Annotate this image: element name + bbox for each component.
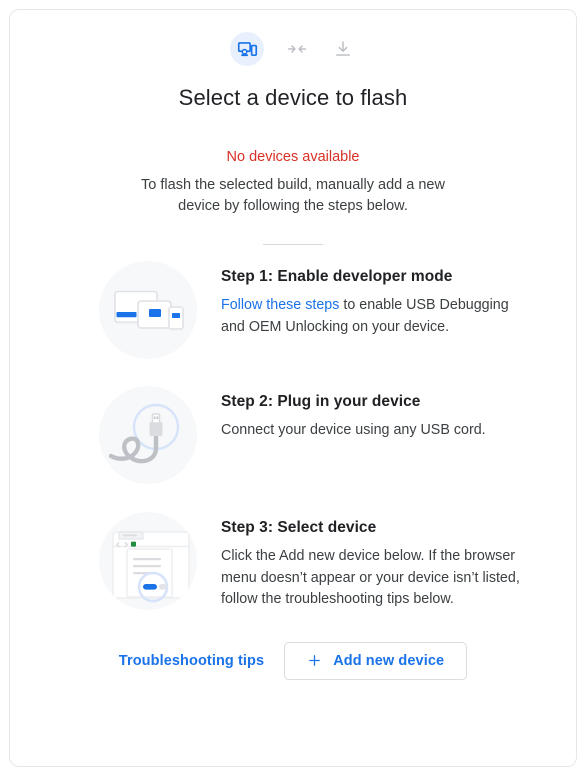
step-text: Click the Add new device below. If the b… — [221, 548, 520, 607]
merge-arrows-icon — [284, 36, 310, 62]
browser-picker-illustration — [99, 512, 197, 610]
status-block: No devices available To flash the select… — [10, 149, 576, 217]
step-body: Step 2: Plug in your device Connect your… — [221, 386, 521, 442]
usb-cable-illustration — [99, 386, 197, 484]
step-item: Step 1: Enable developer mode Follow the… — [99, 261, 576, 359]
add-new-device-label: Add new device — [333, 652, 445, 669]
steps-list: Step 1: Enable developer mode Follow the… — [10, 261, 576, 611]
plus-icon — [307, 653, 322, 668]
follow-these-steps-link[interactable]: Follow these steps — [221, 297, 339, 313]
step-title: Step 3: Select device — [221, 519, 377, 536]
section-divider — [263, 244, 323, 245]
add-new-device-button[interactable]: Add new device — [284, 641, 468, 680]
progress-icon-strip — [10, 32, 576, 66]
card-footer: Troubleshooting tips Add new device — [10, 641, 576, 680]
troubleshooting-tips-link[interactable]: Troubleshooting tips — [119, 653, 264, 669]
devices-icon — [230, 32, 264, 66]
step-text: Connect your device using any USB cord. — [221, 422, 486, 438]
devices-illustration — [99, 261, 197, 359]
step-item: Step 3: Select device Click the Add new … — [99, 512, 576, 611]
step-title: Step 2: Plug in your device — [221, 393, 421, 410]
step-body: Step 3: Select device Click the Add new … — [221, 512, 521, 611]
step-title: Step 1: Enable developer mode — [221, 268, 453, 285]
status-description: To flash the selected build, manually ad… — [141, 177, 445, 214]
status-badge: No devices available — [226, 149, 360, 165]
step-body: Step 1: Enable developer mode Follow the… — [221, 261, 521, 338]
page-title: Select a device to flash — [178, 85, 408, 110]
step-text: Follow these steps to enable USB Debuggi… — [221, 295, 521, 338]
step-item: Step 2: Plug in your device Connect your… — [99, 386, 576, 484]
download-icon — [330, 36, 356, 62]
select-device-card: Select a device to flash No devices avai… — [9, 9, 577, 767]
